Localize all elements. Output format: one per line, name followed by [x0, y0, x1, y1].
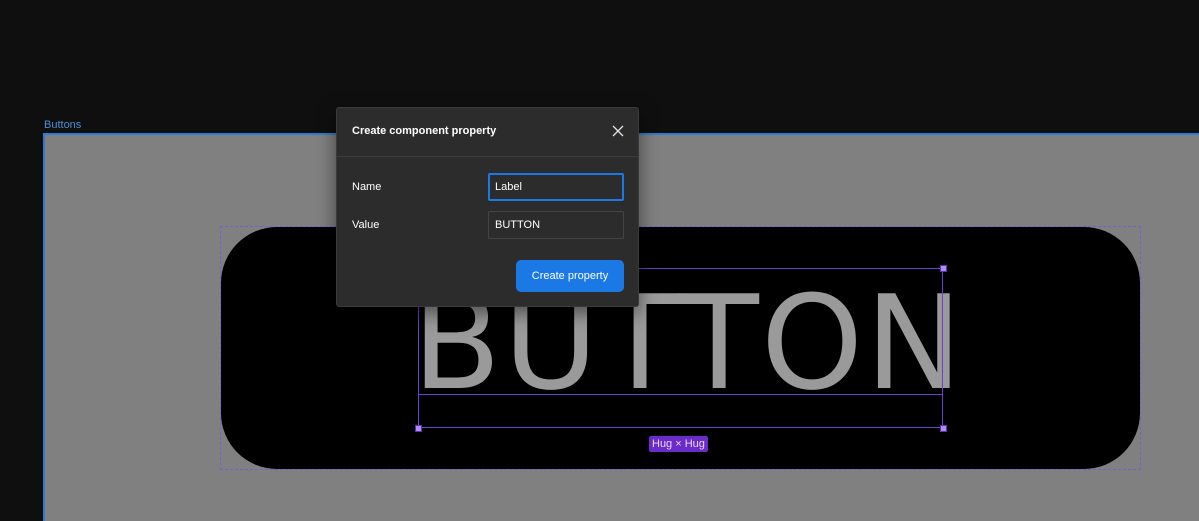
frame-label[interactable]: Buttons	[44, 119, 81, 131]
resize-handle-top-right[interactable]	[940, 265, 947, 272]
value-input[interactable]	[488, 211, 624, 239]
name-label: Name	[352, 181, 382, 193]
create-property-button[interactable]: Create property	[516, 260, 624, 292]
resize-handle-bottom-right[interactable]	[940, 425, 947, 432]
name-input[interactable]	[488, 173, 624, 201]
text-baseline-guide	[418, 394, 943, 395]
create-property-dialog: Create component property Name Value Cre…	[336, 107, 639, 307]
resize-handle-bottom-left[interactable]	[415, 425, 422, 432]
dialog-header: Create component property	[337, 108, 638, 157]
value-label: Value	[352, 219, 380, 231]
dialog-title: Create component property	[352, 125, 497, 137]
close-icon[interactable]	[611, 124, 625, 138]
size-badge: Hug × Hug	[649, 436, 708, 452]
